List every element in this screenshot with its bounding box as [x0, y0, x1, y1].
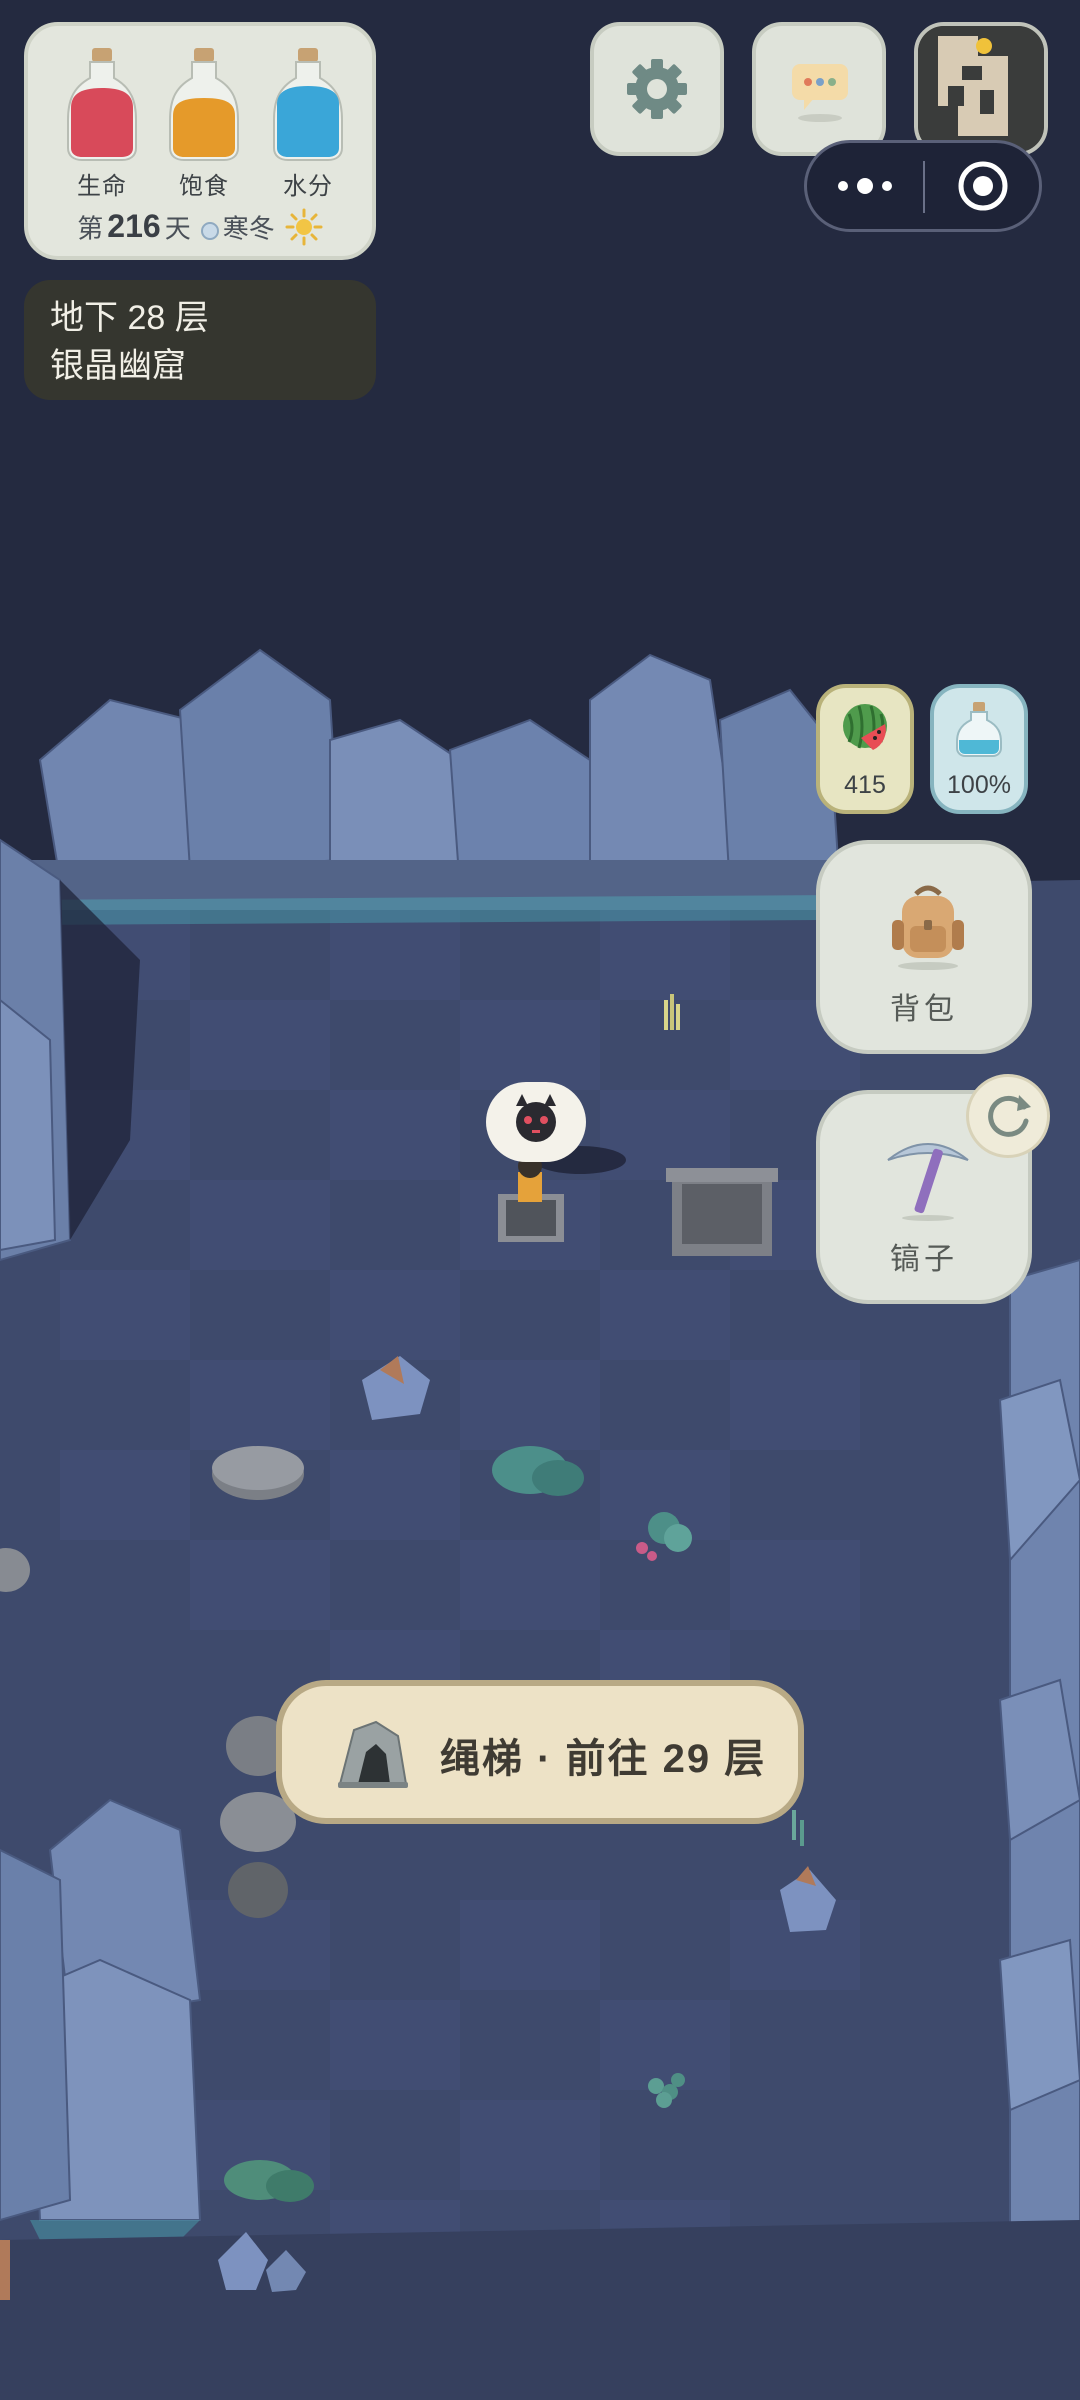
day-number: 216 [107, 208, 161, 245]
more-button[interactable] [807, 143, 923, 229]
day-counter: 第 216 天寒冬 [28, 208, 372, 253]
water-bottle-icon [273, 48, 343, 161]
food-bottle-icon [169, 48, 239, 161]
season-dot-icon [200, 221, 219, 240]
area-name: 银晶幽窟 [50, 347, 186, 385]
pickaxe-label: 镐子 [890, 1243, 958, 1276]
water-label: 水分 [283, 173, 333, 200]
chat-bubble-icon [792, 64, 848, 122]
food-bottle: 饱食 [164, 44, 244, 200]
life-bottle: 生命 [62, 44, 142, 200]
food-label: 饱食 [179, 173, 229, 200]
floor-label: 地下 28 层 [50, 299, 209, 337]
day-suffix: 天 [164, 213, 191, 244]
chat-button[interactable] [752, 22, 886, 156]
water-bottle: 水分 [268, 44, 348, 200]
water-bottle-small-icon [956, 702, 1002, 757]
rope-ladder-button[interactable]: 绳梯 · 前往 29 层 [276, 1680, 804, 1824]
refresh-icon [988, 1095, 1031, 1137]
gear-icon [627, 59, 687, 119]
close-mini-program-button[interactable] [925, 143, 1041, 229]
backpack-icon [892, 885, 964, 970]
black-cat-face-icon [516, 1094, 556, 1142]
backpack-label: 背包 [890, 993, 958, 1026]
location-panel: 地下 28 层 银晶幽窟 [24, 280, 376, 400]
day-prefix: 第 [77, 213, 104, 244]
mini-program-capsule [804, 140, 1042, 232]
life-bottle-icon [67, 48, 137, 161]
cave-entrance-icon [338, 1720, 408, 1788]
record-target-icon [958, 161, 1008, 211]
water-stock-badge[interactable]: 100% [930, 684, 1028, 814]
water-stock-value: 100% [947, 771, 1011, 799]
player-speech-bubble [486, 1082, 586, 1162]
life-label: 生命 [77, 173, 127, 200]
more-dots-icon [838, 178, 892, 194]
settings-button[interactable] [590, 22, 724, 156]
watermelon-icon [843, 704, 887, 750]
food-stock-badge[interactable]: 415 [816, 684, 914, 814]
refresh-button[interactable] [966, 1074, 1050, 1158]
food-stock-value: 415 [844, 771, 886, 799]
vitals-panel: 生命 饱食 水分 第 216 天寒冬 [24, 22, 376, 260]
backpack-button[interactable]: 背包 [816, 840, 1032, 1054]
pickaxe-icon [887, 1143, 969, 1221]
minimap-icon [918, 26, 1044, 152]
sun-icon [285, 208, 323, 253]
rope-ladder-label: 绳梯 · 前往 29 层 [440, 1737, 767, 1781]
minimap-button[interactable] [914, 22, 1048, 156]
season-label: 寒冬 [222, 213, 275, 244]
